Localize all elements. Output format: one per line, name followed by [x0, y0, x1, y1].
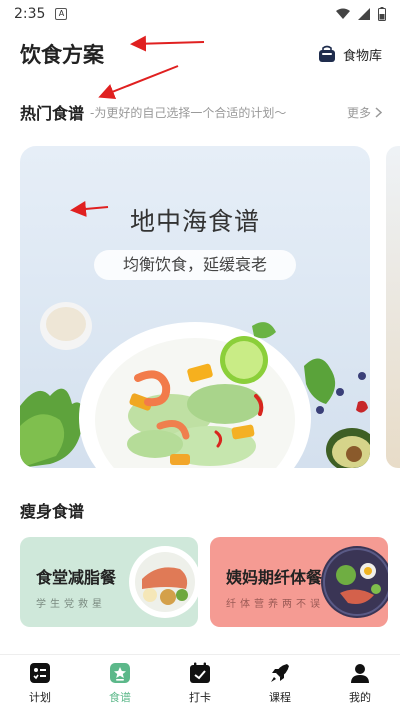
card-subtitle: 纤体营养两不误	[226, 599, 324, 610]
wifi-icon	[336, 8, 350, 19]
tab-label: 课程	[269, 691, 291, 704]
checkin-icon	[190, 662, 210, 683]
tab-label: 计划	[29, 691, 51, 704]
annotation-arrow	[98, 65, 179, 100]
tab-label: 打卡	[189, 691, 211, 704]
tab-course[interactable]: 课程	[240, 655, 320, 712]
meal-plate-image	[129, 546, 198, 618]
recipe-card-canteen[interactable]: 食堂减脂餐 学生党救星	[20, 537, 198, 627]
profile-icon	[351, 664, 369, 683]
card-title: 食堂减脂餐	[36, 568, 117, 587]
tab-checkin[interactable]: 打卡	[160, 655, 240, 712]
meal-plate-image	[321, 546, 388, 618]
chevron-right-icon	[375, 106, 382, 118]
food-library-label: 食物库	[342, 48, 382, 64]
hot-recipes-title: 热门食谱	[20, 104, 85, 123]
hot-recipes-subtitle: -为更好的自己选择一个合适的计划～	[90, 105, 287, 120]
page-title: 饮食方案	[20, 43, 104, 67]
page-header: 饮食方案 食物库	[20, 38, 382, 70]
next-banner-peek[interactable]	[386, 146, 400, 468]
more-label: 更多	[346, 105, 371, 120]
battery-icon	[378, 7, 386, 21]
food-basket-icon	[318, 45, 335, 62]
salad-image	[20, 302, 370, 468]
banner-title: 地中海食谱	[129, 207, 260, 236]
hot-recipes-header: 热门食谱 -为更好的自己选择一个合适的计划～ 更多	[20, 100, 382, 124]
card-title: 姨妈期纤体餐	[226, 568, 323, 587]
plan-icon	[30, 663, 50, 683]
tab-label: 我的	[349, 691, 371, 704]
tab-label: 食谱	[109, 691, 131, 704]
status-time: 2:35	[14, 6, 46, 22]
rocket-icon	[271, 664, 289, 682]
tab-profile[interactable]: 我的	[320, 655, 400, 712]
notification-icon: A	[55, 8, 68, 20]
recipe-banner-card[interactable]: 地中海食谱 均衡饮食，延缓衰老	[20, 146, 370, 468]
banner-tagline: 均衡饮食，延缓衰老	[94, 250, 296, 280]
card-subtitle: 学生党救星	[36, 599, 106, 610]
slim-recipes-title: 瘦身食谱	[20, 502, 85, 521]
status-icons	[336, 7, 386, 21]
food-library-button[interactable]: 食物库	[317, 44, 382, 64]
recipe-icon	[110, 663, 130, 683]
recipe-card-period[interactable]: 姨妈期纤体餐 纤体营养两不误	[210, 537, 388, 627]
bottom-tab-bar: 计划 食谱 打卡 课程 我的	[0, 654, 400, 712]
signal-icon	[358, 8, 370, 20]
tab-recipe[interactable]: 食谱	[80, 655, 160, 712]
status-bar: 2:35 A	[0, 0, 400, 28]
more-link[interactable]: 更多	[347, 104, 382, 121]
tab-plan[interactable]: 计划	[0, 655, 80, 712]
